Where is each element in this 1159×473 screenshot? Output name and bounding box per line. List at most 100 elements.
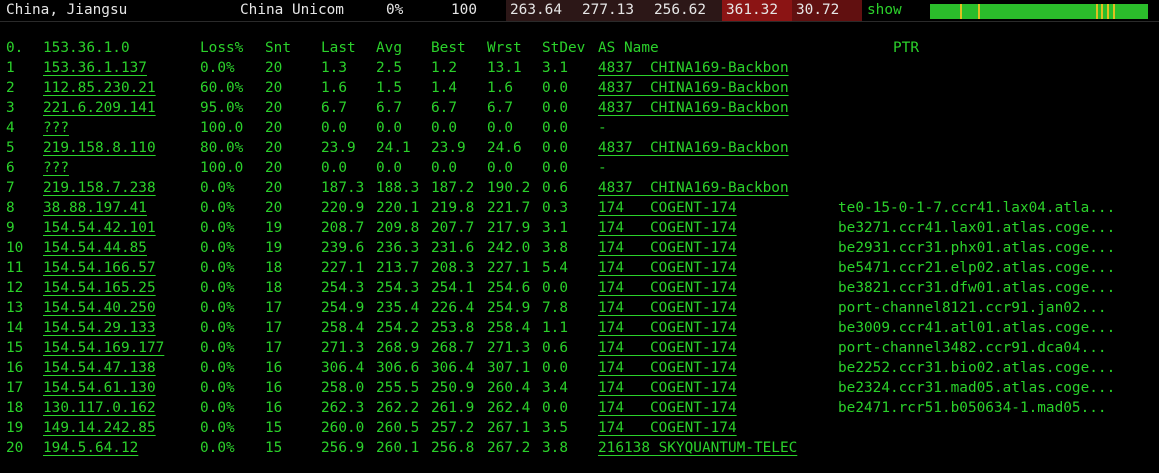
hop-avg: 1.5	[376, 80, 402, 96]
hop-ip-link[interactable]: 154.54.47.138	[43, 358, 156, 378]
hop-stdev: 0.0	[542, 160, 568, 176]
hop-worst: 0.0	[487, 160, 513, 176]
table-row: 8 38.88.197.41 0.0% 20 220.9 220.1 219.8 221.7 0…	[0, 198, 1159, 218]
hop-avg: 6.7	[376, 100, 402, 116]
summary-location: China, Jiangsu	[6, 2, 128, 18]
hop-ip-link[interactable]: 221.6.209.141	[43, 98, 156, 118]
hop-last: 306.4	[321, 360, 365, 376]
hop-number: 19	[6, 420, 24, 436]
summary-last: 263.64	[506, 0, 578, 21]
hop-as-link[interactable]: 174 COGENT-174	[598, 418, 737, 438]
hop-ip-link[interactable]: 154.54.166.57	[43, 258, 156, 278]
sparkline-spike	[1107, 4, 1109, 19]
hop-ip-link[interactable]: 219.158.8.110	[43, 138, 156, 158]
hop-ip-link[interactable]: 154.54.42.101	[43, 218, 156, 238]
hop-avg: 0.0	[376, 120, 402, 136]
hop-stdev: 0.0	[542, 100, 568, 116]
hop-avg: 254.3	[376, 280, 420, 296]
hop-ip-link[interactable]: 219.158.7.238	[43, 178, 156, 198]
hop-best: 1.4	[431, 80, 457, 96]
hop-ip-link[interactable]: 194.5.64.12	[43, 438, 138, 458]
hop-as-link[interactable]: 174 COGENT-174	[598, 298, 737, 318]
hop-number: 2	[6, 80, 15, 96]
hop-avg: 255.5	[376, 380, 420, 396]
hop-as-link[interactable]: 174 COGENT-174	[598, 358, 737, 378]
table-row: 1 153.36.1.137 0.0% 20 1.3 2.5 1.2 13.1 3.1 4837 …	[0, 58, 1159, 78]
hop-ip-link[interactable]: ???	[43, 158, 69, 178]
hop-best: 208.3	[431, 260, 475, 276]
hop-best: 6.7	[431, 100, 457, 116]
hop-last: 227.1	[321, 260, 365, 276]
hop-ip-link[interactable]: 154.54.40.250	[43, 298, 156, 318]
hop-stdev: 0.3	[542, 200, 568, 216]
hop-ip-link[interactable]: 130.117.0.162	[43, 398, 156, 418]
hop-number: 15	[6, 340, 24, 356]
hop-stdev: 0.6	[542, 340, 568, 356]
hop-as-link[interactable]: 174 COGENT-174	[598, 238, 737, 258]
hop-last: 220.9	[321, 200, 365, 216]
hop-ip-link[interactable]: 154.54.165.25	[43, 278, 156, 298]
hop-last: 1.3	[321, 60, 347, 76]
hop-avg: 2.5	[376, 60, 402, 76]
header-avg: Avg	[376, 40, 402, 56]
hop-best: 256.8	[431, 440, 475, 456]
hop-loss: 0.0%	[200, 320, 235, 336]
hop-ip-link[interactable]: 154.54.61.130	[43, 378, 156, 398]
hop-as-link[interactable]: 4837 CHINA169-Backbon	[598, 178, 789, 198]
header-wrst: Wrst	[487, 40, 522, 56]
hop-sent: 19	[265, 220, 283, 236]
hop-sent: 20	[265, 120, 283, 136]
hop-as-link[interactable]: 216138 SKYQUANTUM-TELEC	[598, 438, 797, 458]
hop-avg: 268.9	[376, 340, 420, 356]
hop-best: 268.7	[431, 340, 475, 356]
hop-ip-link[interactable]: 153.36.1.137	[43, 58, 147, 78]
hop-ip-link[interactable]: 112.85.230.21	[43, 78, 156, 98]
hop-as-link[interactable]: 4837 CHINA169-Backbon	[598, 98, 789, 118]
hop-loss: 0.0%	[200, 440, 235, 456]
table-row: 14 154.54.29.133 0.0% 17 258.4 254.2 253.8 258.…	[0, 318, 1159, 338]
hop-as-link[interactable]: 174 COGENT-174	[598, 378, 737, 398]
hop-avg: 260.1	[376, 440, 420, 456]
hop-ip-link[interactable]: 154.54.44.85	[43, 238, 147, 258]
hop-last: 239.6	[321, 240, 365, 256]
hop-as-link[interactable]: 174 COGENT-174	[598, 318, 737, 338]
hop-as-link[interactable]: 4837 CHINA169-Backbon	[598, 78, 789, 98]
hop-loss: 0.0%	[200, 420, 235, 436]
hop-loss: 0.0%	[200, 220, 235, 236]
hop-as-link[interactable]: 174 COGENT-174	[598, 218, 737, 238]
hop-last: 254.9	[321, 300, 365, 316]
table-row: 15 154.54.169.177 0.0% 17 271.3 268.9 268.7 271…	[0, 338, 1159, 358]
hop-ip-link[interactable]: 149.14.242.85	[43, 418, 156, 438]
hop-last: 208.7	[321, 220, 365, 236]
header-loss: Loss%	[200, 40, 244, 56]
hop-as-link[interactable]: 174 COGENT-174	[598, 278, 737, 298]
hop-number: 20	[6, 440, 24, 456]
hop-ip-link[interactable]: ???	[43, 118, 69, 138]
sparkline-spike	[1096, 4, 1098, 19]
show-toggle[interactable]: show	[867, 0, 902, 21]
hop-ip-link[interactable]: 154.54.29.133	[43, 318, 156, 338]
hop-as-link[interactable]: 174 COGENT-174	[598, 338, 737, 358]
hop-last: 1.6	[321, 80, 347, 96]
hop-as-link[interactable]: 4837 CHINA169-Backbon	[598, 58, 789, 78]
hop-as-link[interactable]: 4837 CHINA169-Backbon	[598, 138, 789, 158]
hop-ip-link[interactable]: 154.54.169.177	[43, 338, 164, 358]
header-ptr: PTR	[893, 40, 919, 56]
header-last: Last	[321, 40, 356, 56]
hop-number: 3	[6, 100, 15, 116]
hop-last: 23.9	[321, 140, 356, 156]
hop-as-link[interactable]: 174 COGENT-174	[598, 258, 737, 278]
hop-sent: 17	[265, 300, 283, 316]
hop-number: 1	[6, 60, 15, 76]
hop-stdev: 0.6	[542, 180, 568, 196]
hop-stdev: 0.0	[542, 120, 568, 136]
hop-stdev: 3.8	[542, 240, 568, 256]
hop-ip-link[interactable]: 38.88.197.41	[43, 198, 147, 218]
hop-as-link[interactable]: 174 COGENT-174	[598, 398, 737, 418]
latency-sparkline	[930, 4, 1148, 19]
hop-worst: 242.0	[487, 240, 531, 256]
hop-as-link[interactable]: 174 COGENT-174	[598, 198, 737, 218]
hop-number: 11	[6, 260, 24, 276]
hop-last: 258.0	[321, 380, 365, 396]
hop-last: 254.3	[321, 280, 365, 296]
